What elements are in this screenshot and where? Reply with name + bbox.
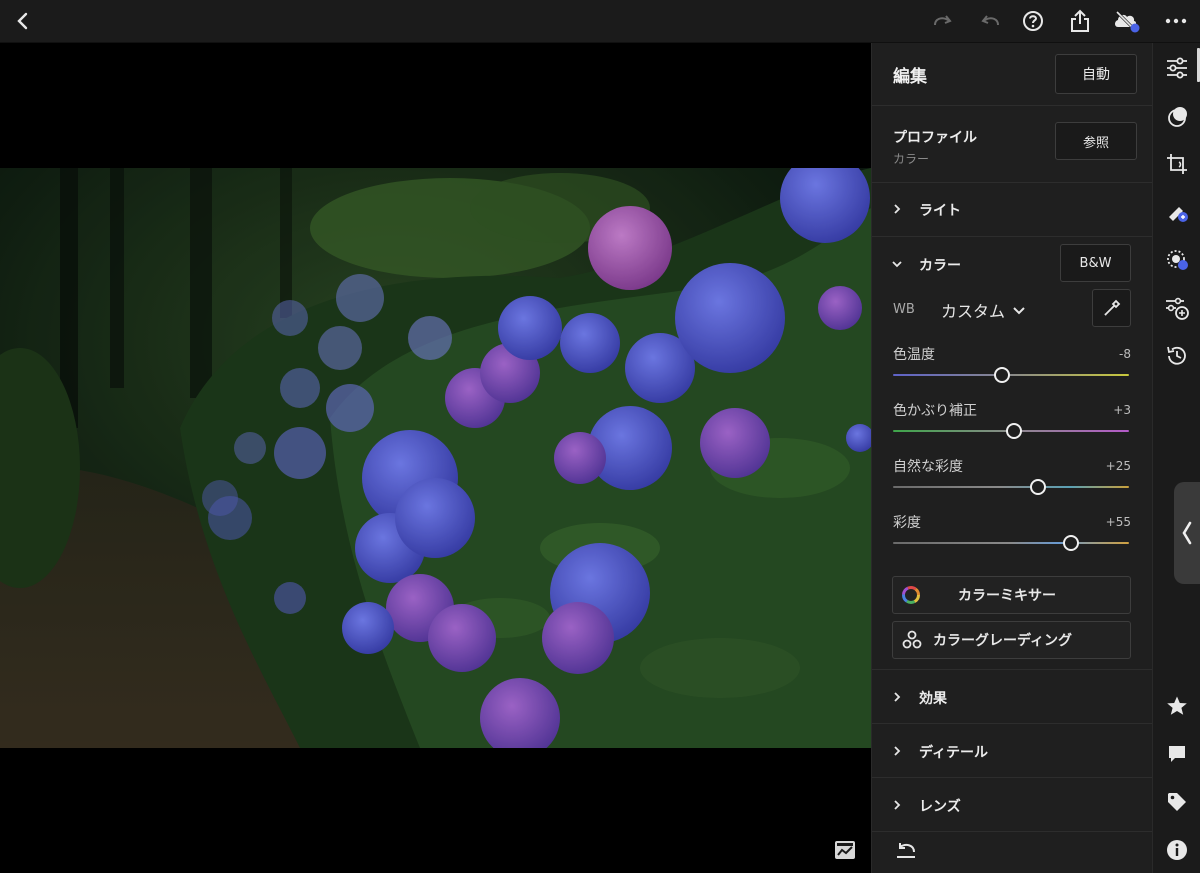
section-detail-label: ディテール <box>919 745 989 761</box>
collapse-panel-tab[interactable] <box>1174 482 1200 584</box>
chevron-down-icon <box>1013 307 1025 315</box>
vibrance-value: +25 <box>1105 459 1131 473</box>
color-grading-button[interactable]: カラーグレーディング <box>892 621 1131 659</box>
browse-profiles-button[interactable]: 参照 <box>1055 122 1137 160</box>
section-effects[interactable]: 効果 <box>872 670 1153 724</box>
wb-label: WB <box>893 302 915 317</box>
presets-icon[interactable] <box>1164 295 1190 321</box>
saturation-value: +55 <box>1105 515 1131 529</box>
tint-slider-thumb[interactable] <box>1006 423 1022 439</box>
vibrance-slider[interactable] <box>893 486 1129 488</box>
color-mixer-label: カラーミキサー <box>958 588 1056 604</box>
cloud-sync-icon[interactable] <box>1112 6 1142 36</box>
versions-icon[interactable] <box>1164 343 1190 369</box>
section-lens[interactable]: レンズ <box>872 778 1153 832</box>
section-lens-label: レンズ <box>919 799 961 815</box>
wb-value: カスタム <box>941 302 1006 321</box>
temp-value: -8 <box>1119 347 1131 361</box>
chevron-right-icon <box>894 746 901 756</box>
hydrangea-photo <box>0 168 871 748</box>
bw-button[interactable]: B&W <box>1060 244 1131 282</box>
edit-panel: 編集 自動 プロファイル カラー 参照 ライト カラー B&W WB カスタム … <box>871 43 1153 873</box>
compare-icon[interactable] <box>834 840 856 860</box>
info-icon[interactable] <box>1164 837 1190 863</box>
saturation-label: 彩度 <box>893 515 921 531</box>
undo-icon[interactable] <box>975 6 1005 36</box>
color-grading-icon <box>902 630 922 649</box>
tool-strip <box>1152 43 1200 873</box>
chevron-right-icon <box>894 800 901 810</box>
profile-value: カラー <box>893 152 930 166</box>
section-light-label: ライト <box>919 203 961 219</box>
temp-slider-thumb[interactable] <box>994 367 1010 383</box>
profile-title: プロファイル <box>893 130 977 146</box>
wb-dropdown[interactable]: カスタム <box>941 298 1025 322</box>
chevron-left-icon <box>1182 521 1192 545</box>
section-color-label[interactable]: カラー <box>919 255 961 275</box>
edit-title: 編集 <box>893 67 927 87</box>
profile-section: プロファイル カラー 参照 <box>872 106 1153 183</box>
section-light[interactable]: ライト <box>872 183 1153 237</box>
eyedropper-button[interactable] <box>1092 289 1131 327</box>
top-toolbar <box>0 0 1200 43</box>
healing-icon[interactable] <box>1164 199 1190 225</box>
vibrance-label: 自然な彩度 <box>893 459 963 475</box>
tag-icon[interactable] <box>1164 789 1190 815</box>
star-icon[interactable] <box>1164 693 1190 719</box>
vibrance-slider-thumb[interactable] <box>1030 479 1046 495</box>
temp-slider[interactable] <box>893 374 1129 376</box>
back-icon[interactable] <box>8 6 38 36</box>
auto-button[interactable]: 自動 <box>1055 54 1137 94</box>
section-color: カラー B&W WB カスタム 色温度 -8 色かぶり補正 +3 自然な彩度 +… <box>872 237 1153 670</box>
redo-icon[interactable] <box>928 6 958 36</box>
temp-label: 色温度 <box>893 347 935 363</box>
reset-icon[interactable] <box>894 841 918 861</box>
help-icon[interactable] <box>1018 6 1048 36</box>
edit-header: 編集 自動 <box>872 43 1153 106</box>
tint-value: +3 <box>1113 403 1131 417</box>
share-icon[interactable] <box>1065 6 1095 36</box>
saturation-slider-thumb[interactable] <box>1063 535 1079 551</box>
color-mixer-button[interactable]: カラーミキサー <box>892 576 1131 614</box>
more-icon[interactable] <box>1161 6 1191 36</box>
image-canvas[interactable] <box>0 43 871 873</box>
crop-icon[interactable] <box>1164 151 1190 177</box>
masking-icon[interactable] <box>1164 103 1190 129</box>
eyedropper-icon <box>1103 299 1120 316</box>
saturation-slider[interactable] <box>893 542 1129 544</box>
comment-icon[interactable] <box>1164 741 1190 767</box>
chevron-down-icon[interactable] <box>892 259 902 269</box>
color-wheel-icon <box>902 586 920 604</box>
edit-sliders-icon[interactable] <box>1164 55 1190 81</box>
color-grading-label: カラーグレーディング <box>933 633 1073 649</box>
chevron-right-icon <box>894 204 901 214</box>
chevron-right-icon <box>894 692 901 702</box>
section-effects-label: 効果 <box>919 691 947 707</box>
section-detail[interactable]: ディテール <box>872 724 1153 778</box>
tint-label: 色かぶり補正 <box>893 403 977 419</box>
selective-icon[interactable] <box>1164 247 1190 273</box>
